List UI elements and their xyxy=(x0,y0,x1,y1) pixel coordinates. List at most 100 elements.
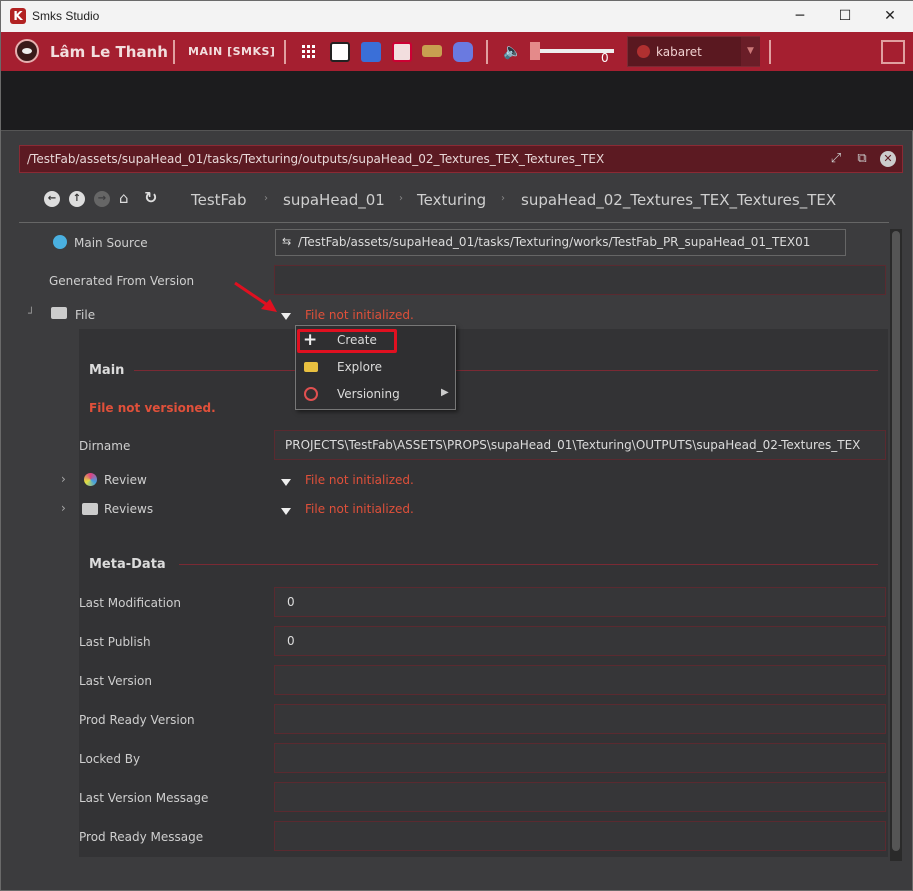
scrollbar-thumb[interactable] xyxy=(892,231,900,851)
chevron-down-icon[interactable]: ▼ xyxy=(741,37,760,66)
section-divider xyxy=(134,370,878,371)
discord-icon[interactable] xyxy=(453,42,473,62)
volume-icon[interactable]: 🔈 xyxy=(503,42,522,60)
main-source-value: /TestFab/assets/supaHead_01/tasks/Textur… xyxy=(298,235,811,249)
menu-item-label: Explore xyxy=(337,360,383,374)
file-label: File xyxy=(75,308,96,322)
clock-icon xyxy=(304,387,318,401)
reviews-label: Reviews xyxy=(104,502,154,516)
dirname-value: PROJECTS\TestFab\ASSETS\PROPS\supaHead_0… xyxy=(285,438,861,452)
meta-label: Last Modification xyxy=(79,596,181,610)
meta-field[interactable]: 0 xyxy=(274,626,886,656)
review-actions-dropdown[interactable] xyxy=(281,479,291,486)
refresh-icon[interactable]: ↻ xyxy=(144,188,157,207)
ticket-icon[interactable] xyxy=(422,45,442,57)
apps-grid-icon[interactable] xyxy=(299,42,319,62)
chevron-right-icon[interactable]: › xyxy=(61,472,66,486)
menu-item-versioning[interactable]: Versioning ▶ xyxy=(296,383,455,407)
home-icon[interactable]: ⌂ xyxy=(119,189,129,207)
folder-icon xyxy=(82,503,98,515)
meta-field[interactable] xyxy=(274,704,886,734)
review-label: Review xyxy=(104,473,147,487)
breadcrumb-item[interactable]: supaHead_01 xyxy=(283,191,385,209)
meta-field[interactable] xyxy=(274,821,886,851)
maximize-button[interactable]: ☐ xyxy=(822,1,868,32)
generated-from-label: Generated From Version xyxy=(49,274,195,288)
main-source-label: Main Source xyxy=(74,236,148,250)
meta-label: Last Publish xyxy=(79,635,151,649)
mail-icon[interactable] xyxy=(392,42,412,62)
file-actions-dropdown[interactable] xyxy=(281,313,291,320)
meta-label: Last Version xyxy=(79,674,152,688)
tree-branch-icon: ┘ xyxy=(28,307,35,320)
dirname-field[interactable]: PROJECTS\TestFab\ASSETS\PROPS\supaHead_0… xyxy=(274,430,886,460)
document-icon[interactable] xyxy=(361,42,381,62)
submenu-arrow-icon: ▶ xyxy=(441,387,449,398)
studio-logo-icon xyxy=(637,45,650,58)
meta-label: Last Version Message xyxy=(79,791,209,805)
meta-field[interactable] xyxy=(274,782,886,812)
mask-icon[interactable] xyxy=(330,42,350,62)
source-icon xyxy=(53,235,67,249)
breadcrumb-item[interactable]: supaHead_02_Textures_TEX_Textures_TEX xyxy=(521,191,836,209)
studio-name: kabaret xyxy=(656,45,702,59)
menu-item-label: Versioning xyxy=(337,387,400,401)
meta-label: Locked By xyxy=(79,752,141,766)
breadcrumb-item[interactable]: Texturing xyxy=(417,191,486,209)
close-button[interactable]: ✕ xyxy=(867,1,913,32)
app-window: K Smks Studio ─ ☐ ✕ Lâm Le Thanh MAIN [S… xyxy=(0,0,913,891)
breadcrumb-separator: › xyxy=(264,193,268,204)
main-source-field[interactable]: ⇆ /TestFab/assets/supaHead_01/tasks/Text… xyxy=(275,229,846,256)
breadcrumb-separator: › xyxy=(501,193,505,204)
minimize-button[interactable]: ─ xyxy=(777,1,823,32)
copy-icon[interactable]: ⧉ xyxy=(854,151,870,167)
close-icon[interactable]: ✕ xyxy=(880,151,896,167)
user-name[interactable]: Lâm Le Thanh xyxy=(50,43,168,61)
link-icon: ⇆ xyxy=(282,235,292,248)
forward-icon[interactable]: → xyxy=(94,191,110,207)
indent-gutter xyxy=(31,329,79,857)
meta-field[interactable]: 0 xyxy=(274,587,886,617)
generated-from-field[interactable] xyxy=(274,265,886,295)
chevron-right-icon[interactable]: › xyxy=(61,501,66,515)
navigation-bar: ← ↑ → ⌂ ↻ TestFab › supaHead_01 › Textur… xyxy=(19,185,889,223)
layout-icon[interactable] xyxy=(881,40,905,64)
volume-value: 0 xyxy=(601,51,609,65)
path-text: /TestFab/assets/supaHead_01/tasks/Textur… xyxy=(27,152,605,166)
vertical-scrollbar[interactable] xyxy=(890,229,902,861)
review-icon xyxy=(84,473,97,486)
main-section-title: Main xyxy=(89,363,125,378)
up-icon[interactable]: ↑ xyxy=(69,191,85,207)
divider xyxy=(173,40,175,64)
app-logo-icon: K xyxy=(10,8,26,24)
dirname-label: Dirname xyxy=(79,439,131,453)
path-field[interactable]: /TestFab/assets/supaHead_01/tasks/Textur… xyxy=(19,145,903,173)
slider-handle[interactable] xyxy=(530,42,540,60)
file-context-menu: + Create Explore Versioning ▶ xyxy=(295,325,456,410)
version-status: File not versioned. xyxy=(89,401,216,415)
meta-label: Prod Ready Message xyxy=(79,830,204,844)
breadcrumb-item[interactable]: TestFab xyxy=(191,191,247,209)
reviews-actions-dropdown[interactable] xyxy=(281,508,291,515)
back-icon[interactable]: ← xyxy=(44,191,60,207)
annotation-arrow-icon xyxy=(234,281,277,312)
avatar[interactable] xyxy=(15,39,39,63)
expand-icon[interactable]: ⤢ xyxy=(828,151,844,167)
meta-section-title: Meta-Data xyxy=(89,557,166,572)
menu-item-explore[interactable]: Explore xyxy=(296,356,455,380)
divider xyxy=(769,40,771,64)
divider xyxy=(486,40,488,64)
meta-field[interactable] xyxy=(274,665,886,695)
header-band xyxy=(1,71,913,131)
meta-field[interactable] xyxy=(274,743,886,773)
review-status: File not initialized. xyxy=(305,473,414,487)
window-title: Smks Studio xyxy=(32,9,100,23)
folder-icon xyxy=(51,307,67,319)
meta-label: Prod Ready Version xyxy=(79,713,195,727)
reviews-status: File not initialized. xyxy=(305,502,414,516)
section-divider xyxy=(179,564,878,565)
meta-value: 0 xyxy=(287,634,295,648)
project-name[interactable]: MAIN [SMKS] xyxy=(188,45,275,58)
studio-select[interactable]: kabaret ▼ xyxy=(627,36,760,67)
breadcrumb-separator: › xyxy=(399,193,403,204)
